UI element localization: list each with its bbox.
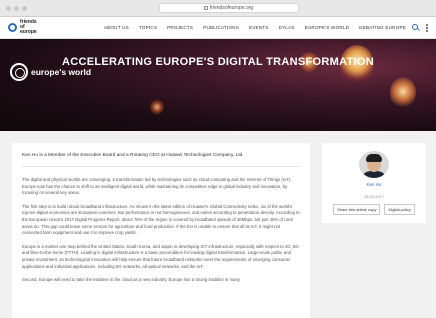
address-bar[interactable]: friendsofeurope.org: [158, 3, 299, 13]
hero-banner: europe's world ACCELERATING EUROPE'S DIG…: [0, 39, 436, 131]
author-name-link[interactable]: Ken Hu: [366, 182, 381, 187]
nav-item-debating-europe[interactable]: DEBATING EUROPE: [359, 25, 406, 30]
nav-item-events[interactable]: EVENTS: [249, 25, 269, 30]
browser-chrome: friendsofeurope.org: [0, 0, 436, 17]
more-menu-icon[interactable]: [426, 24, 428, 32]
article-paragraph: The first step is to build robust broadb…: [22, 203, 300, 236]
logo-icon: [8, 23, 17, 32]
close-dot[interactable]: [6, 5, 11, 11]
main-content: Ken Hu is a Member of the Executive Boar…: [0, 131, 436, 318]
logo-text: friends of europe: [20, 19, 37, 35]
publish-date: 15.02.2017: [363, 194, 385, 199]
digital-policy-tag-button[interactable]: Digital policy: [384, 204, 415, 215]
browser-window: friendsofeurope.org friends of europe AB…: [0, 0, 436, 318]
header-actions: [412, 24, 428, 32]
article-paragraph: Second, Europe will need to take the ini…: [22, 277, 240, 283]
article-paragraph: The digital and physical worlds are conv…: [22, 177, 292, 196]
article-body: Ken Hu is a Member of the Executive Boar…: [12, 143, 310, 318]
nav-item-about-us[interactable]: ABOUT US: [104, 25, 129, 30]
nav-item-dylas[interactable]: DYLAS: [279, 25, 295, 30]
author-intro: Ken Hu is a Member of the Executive Boar…: [22, 153, 300, 167]
nav-item-projects[interactable]: PROJECTS: [167, 25, 193, 30]
site-logo[interactable]: friends of europe: [8, 20, 42, 35]
share-article-button[interactable]: Share this article copy: [333, 204, 381, 215]
minimize-dot[interactable]: [14, 5, 19, 11]
avatar[interactable]: [359, 151, 389, 178]
site-header: friends of europe ABOUT US TOPICS PROJEC…: [0, 17, 436, 39]
maximize-dot[interactable]: [22, 5, 27, 11]
author-card-actions: Share this article copy Digital policy: [333, 204, 415, 215]
hero-brand-text: europe's world: [31, 66, 92, 77]
url-text: friendsofeurope.org: [209, 5, 254, 11]
lightbulb-glow: [150, 99, 164, 115]
lightbulb-glow: [390, 77, 416, 109]
nav-item-publications[interactable]: PUBLICATIONS: [203, 25, 239, 30]
nav-item-topics[interactable]: TOPICS: [139, 25, 157, 30]
page-title: ACCELERATING EUROPE'S DIGITAL TRANSFORMA…: [62, 56, 374, 68]
article-paragraph: Europe is a market one step behind the U…: [22, 243, 299, 269]
main-menu: ABOUT US TOPICS PROJECTS PUBLICATIONS EV…: [104, 25, 406, 30]
nav-item-europes-world[interactable]: EUROPE'S WORLD: [305, 25, 350, 30]
europes-world-ring-icon: [10, 63, 28, 81]
window-controls: [6, 5, 27, 11]
lock-icon: [203, 6, 208, 10]
author-card: Ken Hu 15.02.2017 Share this article cop…: [322, 143, 426, 223]
search-icon[interactable]: [412, 24, 418, 30]
